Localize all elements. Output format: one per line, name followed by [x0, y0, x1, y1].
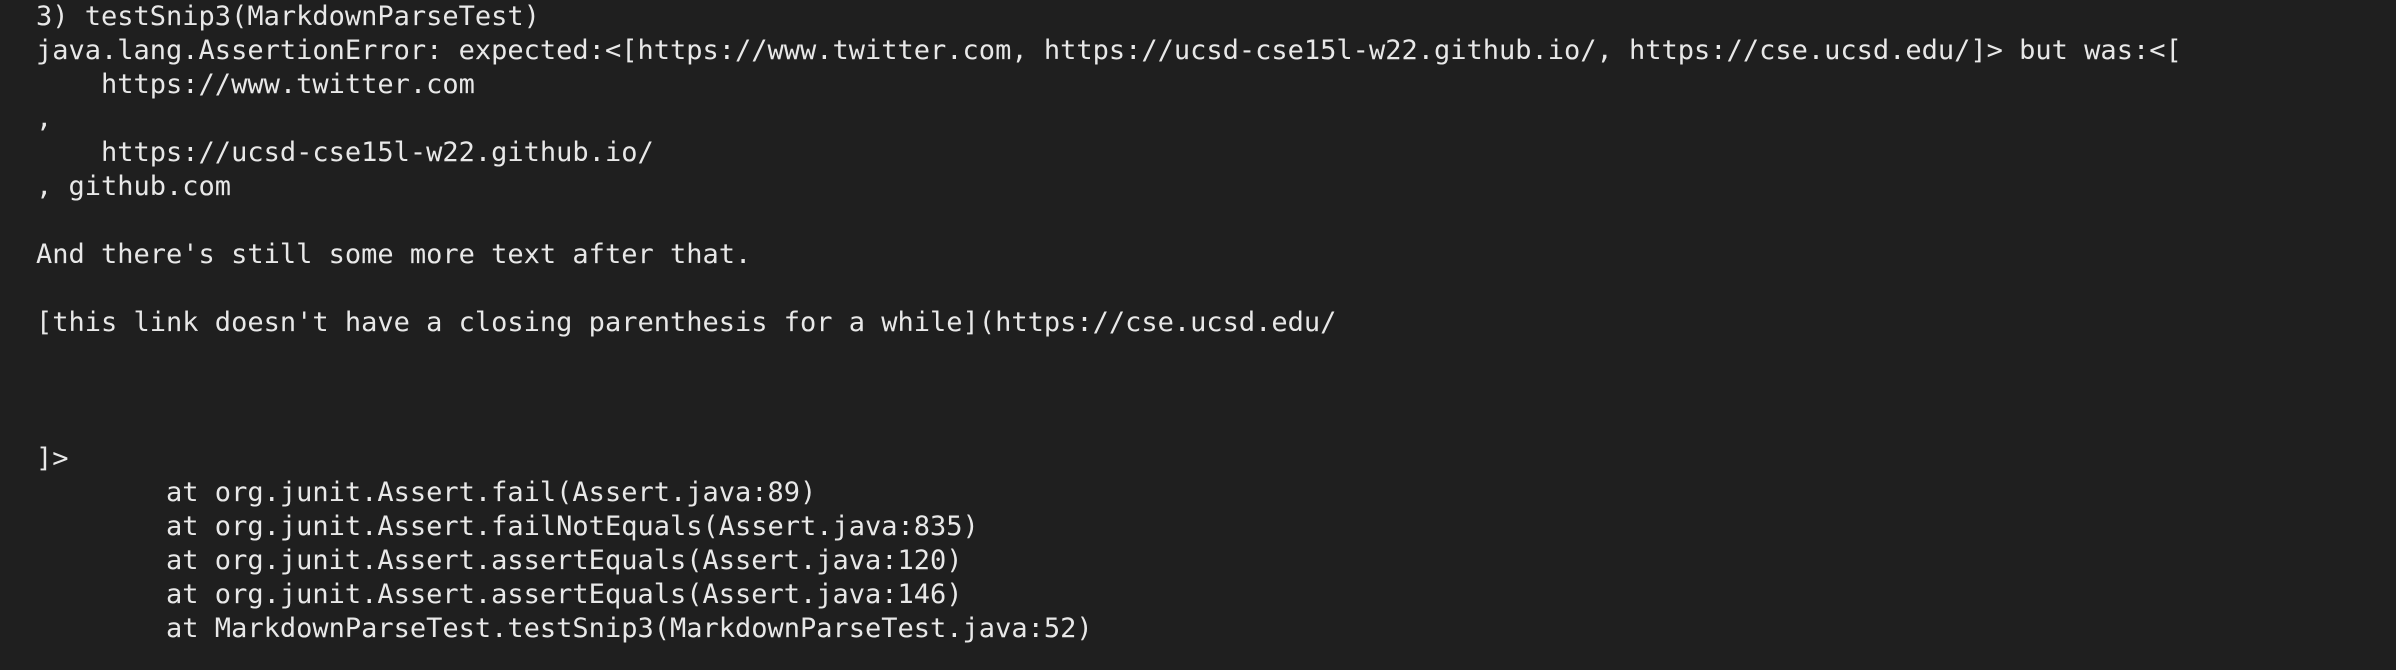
actual-value-line: And there's still some more text after t…	[36, 239, 752, 270]
stack-trace-line: at org.junit.Assert.assertEquals(Assert.…	[36, 545, 963, 576]
actual-value-line: [this link doesn't have a closing parent…	[36, 307, 1337, 338]
stack-trace-line: at org.junit.Assert.fail(Assert.java:89)	[36, 477, 817, 508]
stack-trace-line: at org.junit.Assert.failNotEquals(Assert…	[36, 511, 979, 542]
terminal-output: 3) testSnip3(MarkdownParseTest) java.lan…	[36, 0, 2376, 670]
actual-value-line: ,	[36, 103, 53, 134]
actual-value-line: https://ucsd-cse15l-w22.github.io/	[36, 137, 654, 168]
stack-trace-line: at MarkdownParseTest.testSnip3(MarkdownP…	[36, 613, 1093, 644]
test-failure-header: 3) testSnip3(MarkdownParseTest)	[36, 1, 540, 32]
assertion-error-line: java.lang.AssertionError: expected:<[htt…	[36, 35, 2182, 66]
stack-trace-line: at org.junit.Assert.assertEquals(Assert.…	[36, 579, 963, 610]
actual-value-line: https://www.twitter.com	[36, 69, 475, 100]
actual-value-line: , github.com	[36, 171, 232, 202]
actual-value-end-line: ]>	[36, 443, 69, 474]
